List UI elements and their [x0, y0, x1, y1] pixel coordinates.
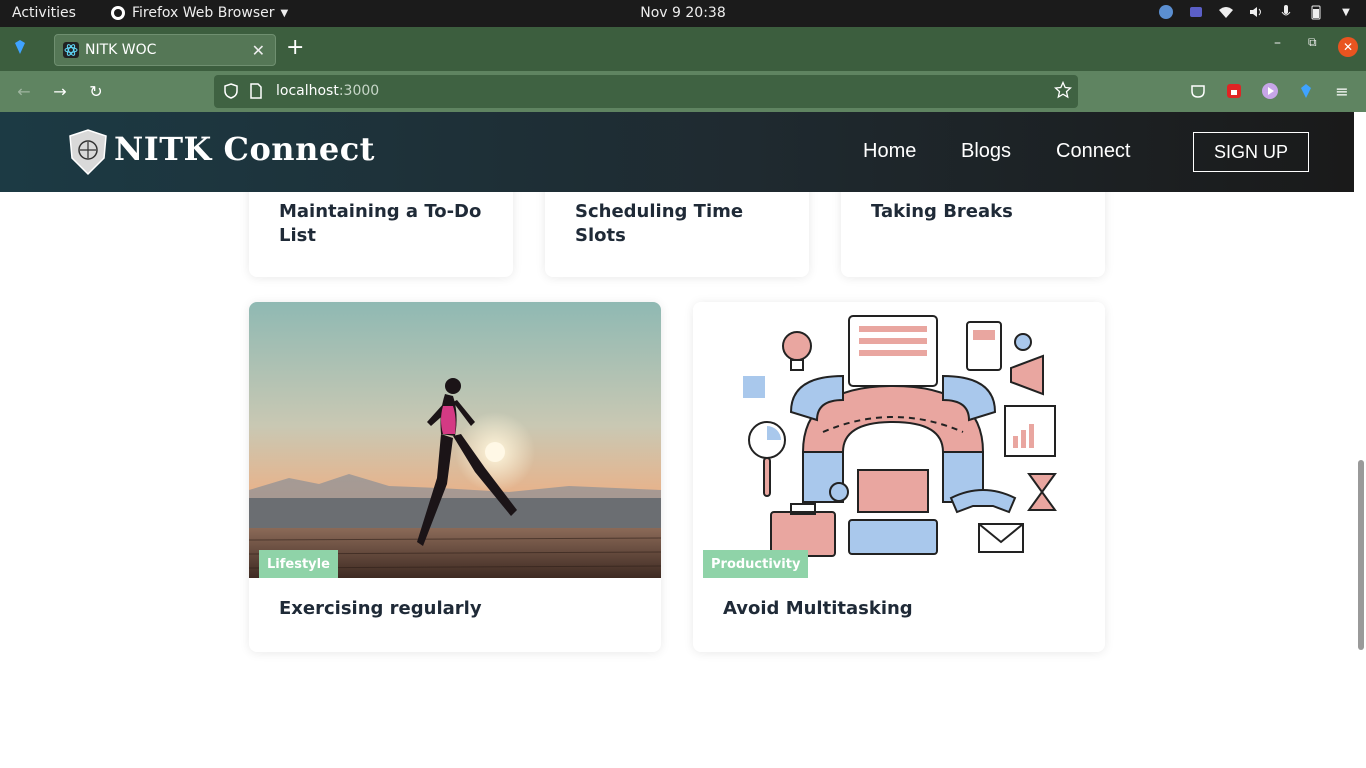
microphone-icon[interactable] — [1278, 4, 1294, 20]
reload-icon[interactable]: ↻ — [85, 80, 107, 102]
volume-icon[interactable] — [1248, 4, 1264, 20]
system-menu-icon[interactable]: ▼ — [1338, 4, 1354, 20]
nitk-crest-logo[interactable] — [64, 128, 112, 176]
minimize-icon[interactable]: – — [1274, 35, 1281, 51]
tracking-shield-icon[interactable] — [224, 83, 238, 103]
chrome-tray-icon[interactable] — [1158, 4, 1174, 20]
lock-extension-icon[interactable] — [1225, 82, 1243, 100]
hamburger-menu-icon[interactable]: ≡ — [1333, 82, 1351, 101]
close-tab-icon[interactable]: ✕ — [252, 41, 265, 60]
page-viewport: NITK Connect Home Blogs Connect SIGN UP … — [0, 112, 1366, 768]
title-line: List — [279, 225, 316, 246]
page-info-icon[interactable] — [250, 83, 262, 103]
nav-home[interactable]: Home — [863, 140, 916, 163]
page-scrollbar[interactable] — [1358, 460, 1364, 650]
url-text: localhost:3000 — [276, 83, 379, 99]
close-window-icon[interactable]: ✕ — [1338, 37, 1358, 57]
teams-tray-icon[interactable] — [1188, 4, 1204, 20]
pocket-icon[interactable] — [1189, 82, 1207, 100]
system-tray[interactable]: ▼ — [1158, 4, 1354, 20]
tab-strip: NITK WOC ✕ + – ⧉ ✕ — [0, 27, 1366, 71]
blog-card-title: Avoid Multitasking — [723, 598, 913, 619]
media-extension-icon[interactable] — [1261, 82, 1279, 100]
firefox-view-icon[interactable] — [12, 39, 28, 59]
url-host: localhost — [276, 83, 339, 99]
site-brand[interactable]: NITK Connect — [114, 130, 375, 168]
forward-icon[interactable]: → — [49, 80, 71, 102]
activities-button[interactable]: Activities — [12, 5, 76, 21]
nav-blogs[interactable]: Blogs — [961, 140, 1011, 163]
category-badge[interactable]: Lifestyle — [259, 550, 338, 578]
title-line: Scheduling Time — [575, 201, 744, 222]
runner-sunset-image — [249, 302, 661, 578]
battery-icon[interactable] — [1308, 4, 1324, 20]
chevron-down-icon: ▼ — [280, 7, 289, 19]
site-header: NITK Connect Home Blogs Connect SIGN UP — [0, 112, 1354, 192]
sign-up-button[interactable]: SIGN UP — [1193, 132, 1309, 172]
react-favicon-icon — [63, 42, 79, 58]
multitasking-illustration — [693, 302, 1105, 578]
clock[interactable]: Nov 9 20:38 — [640, 5, 725, 21]
url-port: :3000 — [338, 83, 380, 99]
new-tab-button[interactable]: + — [286, 36, 304, 60]
url-bar[interactable]: localhost:3000 — [214, 75, 1078, 108]
blog-card[interactable]: Productivity Avoid Multitasking — [693, 302, 1105, 652]
nav-connect[interactable]: Connect — [1056, 140, 1131, 163]
title-line: Maintaining a To-Do — [279, 201, 482, 222]
blog-card-title: Scheduling Time Slots — [575, 200, 743, 248]
bookmark-star-icon[interactable] — [1053, 80, 1073, 103]
tab-title: NITK WOC — [85, 42, 157, 58]
restore-icon[interactable]: ⧉ — [1308, 35, 1317, 50]
blog-card-title: Maintaining a To-Do List — [279, 200, 481, 248]
title-line: Taking Breaks — [871, 201, 1013, 222]
app-menu[interactable]: Firefox Web Browser ▼ — [110, 5, 288, 21]
back-icon[interactable]: ← — [13, 80, 35, 102]
gem-extension-icon[interactable] — [1297, 82, 1315, 100]
firefox-icon — [111, 6, 125, 20]
title-line: Slots — [575, 225, 626, 246]
blog-card[interactable]: Lifestyle Exercising regularly — [249, 302, 661, 652]
tab-nitk-woc[interactable]: NITK WOC ✕ — [54, 34, 276, 66]
blog-card-title: Taking Breaks — [871, 200, 1013, 224]
blog-card-title: Exercising regularly — [279, 598, 482, 619]
app-menu-label: Firefox Web Browser — [132, 5, 275, 21]
os-top-bar: Activities Firefox Web Browser ▼ Nov 9 2… — [0, 0, 1366, 27]
category-badge[interactable]: Productivity — [703, 550, 809, 578]
wifi-icon[interactable] — [1218, 4, 1234, 20]
nav-bar: ← → ↻ localhost:3000 ≡ — [0, 71, 1366, 112]
